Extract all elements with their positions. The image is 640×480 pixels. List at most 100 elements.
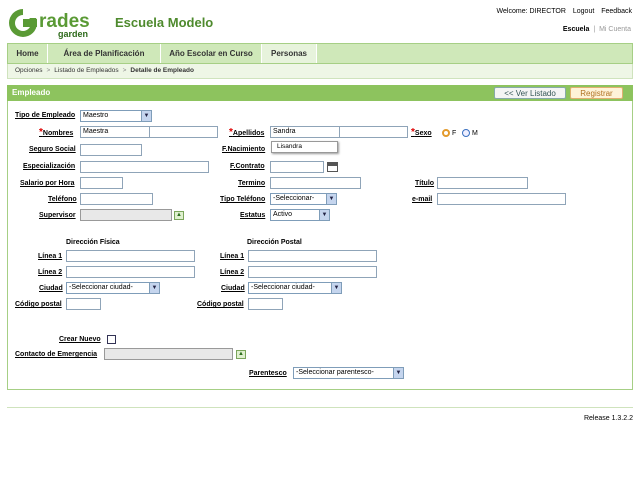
panel-title: Empleado bbox=[12, 88, 51, 97]
codigo-postal-postal-input[interactable] bbox=[248, 298, 283, 310]
linea1-fisica-label: Línea 1 bbox=[38, 253, 63, 260]
dropdown-arrow-icon: ▼ bbox=[393, 368, 403, 378]
ciudad-postal-value: -Seleccionar ciudad- bbox=[251, 284, 315, 291]
f-contrato-input[interactable] bbox=[270, 161, 324, 173]
grades-garden-logo[interactable]: rades garden bbox=[8, 6, 104, 40]
seguro-social-label: Seguro Social bbox=[29, 146, 76, 153]
release-version: Release 1.3.2.2 bbox=[583, 415, 633, 422]
feedback-link[interactable]: Feedback bbox=[601, 8, 632, 15]
nombres-label: *Nombres bbox=[39, 127, 73, 138]
sexo-f-label: F bbox=[452, 130, 457, 137]
seguro-social-input[interactable] bbox=[80, 144, 142, 156]
breadcrumb-current: Detalle de Empleado bbox=[130, 67, 194, 74]
breadcrumb-sep: > bbox=[46, 67, 51, 74]
linea2-fisica-input[interactable] bbox=[66, 266, 195, 278]
termino-input[interactable] bbox=[270, 177, 361, 189]
sexo-label: *Sexo bbox=[411, 127, 432, 138]
breadcrumb: Opciones > Listado de Empleados > Detalle de… bbox=[7, 64, 633, 79]
termino-label: Termino bbox=[238, 180, 266, 187]
apellidos-input-2[interactable] bbox=[339, 126, 408, 138]
apellidos-label-text: Apellidos bbox=[232, 130, 265, 137]
linea2-postal-label: Línea 2 bbox=[220, 269, 245, 276]
contacto-emergencia-label: Contacto de Emergencia bbox=[15, 351, 98, 358]
register-button[interactable]: Registrar bbox=[570, 87, 623, 99]
ciudad-fisica-select[interactable]: -Seleccionar ciudad- ▼ bbox=[66, 282, 160, 294]
welcome-text: Welcome: DIRECTOR bbox=[496, 8, 566, 15]
codigo-postal-fisica-input[interactable] bbox=[66, 298, 101, 310]
school-name: Escuela Modelo bbox=[115, 15, 214, 30]
sexo-f-radio[interactable] bbox=[442, 129, 450, 137]
nombres-input[interactable]: Maestra bbox=[80, 126, 150, 138]
breadcrumb-item[interactable]: Opciones bbox=[15, 67, 42, 74]
linea1-postal-label: Línea 1 bbox=[220, 253, 245, 260]
salario-label: Salario por Hora bbox=[20, 180, 75, 187]
tab-planificacion[interactable]: Área de Planificación bbox=[48, 44, 161, 63]
svg-text:garden: garden bbox=[58, 29, 88, 39]
f-contrato-label: F.Contrato bbox=[230, 163, 265, 170]
ciudad-fisica-label: Ciudad bbox=[39, 285, 63, 292]
estatus-label: Estatus bbox=[240, 212, 266, 219]
direccion-postal-title: Dirección Postal bbox=[247, 239, 302, 246]
school-link[interactable]: Escuela bbox=[563, 26, 589, 33]
dropdown-arrow-icon: ▼ bbox=[149, 283, 159, 293]
tipo-telefono-value: -Seleccionar- bbox=[273, 195, 315, 202]
arrow-up-icon[interactable]: ▲ bbox=[236, 350, 246, 359]
my-account-link[interactable]: Mi Cuenta bbox=[599, 26, 631, 33]
supervisor-input bbox=[80, 209, 172, 221]
tab-home[interactable]: Home bbox=[8, 44, 48, 63]
codigo-postal-fisica-label: Código postal bbox=[15, 301, 62, 308]
breadcrumb-sep: > bbox=[122, 67, 127, 74]
crear-nuevo-label: Crear Nuevo bbox=[59, 336, 101, 343]
dropdown-arrow-icon: ▼ bbox=[141, 111, 151, 121]
linea1-fisica-input[interactable] bbox=[66, 250, 195, 262]
parentesco-value: -Seleccionar parentesco- bbox=[296, 369, 374, 376]
salario-input[interactable] bbox=[80, 177, 123, 189]
tab-ano-escolar[interactable]: Año Escolar en Curso bbox=[161, 44, 262, 63]
ciudad-postal-label: Ciudad bbox=[221, 285, 245, 292]
logout-link[interactable]: Logout bbox=[573, 8, 594, 15]
calendar-icon[interactable] bbox=[327, 162, 338, 172]
ciudad-postal-select[interactable]: -Seleccionar ciudad- ▼ bbox=[248, 282, 342, 294]
arrow-up-icon[interactable]: ▲ bbox=[174, 211, 184, 220]
nombres-input-2[interactable] bbox=[149, 126, 218, 138]
codigo-postal-postal-label: Código postal bbox=[197, 301, 244, 308]
contacto-emergencia-input bbox=[104, 348, 233, 360]
account-links: Escuela | Mi Cuenta bbox=[563, 26, 631, 33]
tipo-empleado-value: Maestro bbox=[83, 112, 109, 119]
titulo-label: Título bbox=[415, 180, 435, 187]
email-input[interactable] bbox=[437, 193, 566, 205]
especializacion-label: Especialización bbox=[23, 163, 76, 170]
linea2-fisica-label: Línea 2 bbox=[38, 269, 63, 276]
apellidos-input[interactable]: Sandra bbox=[270, 126, 340, 138]
top-links: Welcome: DIRECTOR Logout Feedback bbox=[492, 8, 632, 15]
estatus-select[interactable]: Activo ▼ bbox=[270, 209, 330, 221]
link-separator: | bbox=[593, 26, 596, 33]
supervisor-label: Supervisor bbox=[39, 212, 76, 219]
footer-divider bbox=[7, 407, 633, 408]
titulo-input[interactable] bbox=[437, 177, 528, 189]
sexo-m-radio[interactable] bbox=[462, 129, 470, 137]
tipo-telefono-label: Tipo Teléfono bbox=[220, 196, 266, 203]
telefono-label: Teléfono bbox=[48, 196, 77, 203]
back-to-list-button[interactable]: << Ver Listado bbox=[494, 87, 566, 99]
autocomplete-suggestion[interactable]: Lisandra bbox=[271, 141, 338, 153]
especializacion-input[interactable] bbox=[80, 161, 209, 173]
tipo-telefono-select[interactable]: -Seleccionar- ▼ bbox=[270, 193, 337, 205]
parentesco-select[interactable]: -Seleccionar parentesco- ▼ bbox=[293, 367, 404, 379]
email-label: e-mail bbox=[412, 196, 433, 203]
linea1-postal-input[interactable] bbox=[248, 250, 377, 262]
dropdown-arrow-icon: ▼ bbox=[331, 283, 341, 293]
tipo-empleado-select[interactable]: Maestro ▼ bbox=[80, 110, 152, 122]
crear-nuevo-checkbox[interactable] bbox=[107, 335, 116, 344]
breadcrumb-item[interactable]: Listado de Empleados bbox=[54, 67, 118, 74]
sexo-label-text: Sexo bbox=[414, 130, 432, 137]
sexo-m-label: M bbox=[472, 130, 478, 137]
tab-personas[interactable]: Personas bbox=[262, 44, 317, 63]
telefono-input[interactable] bbox=[80, 193, 153, 205]
f-nacimiento-label: F.Nacimiento bbox=[222, 146, 266, 153]
linea2-postal-input[interactable] bbox=[248, 266, 377, 278]
estatus-value: Activo bbox=[273, 211, 293, 218]
ciudad-fisica-value: -Seleccionar ciudad- bbox=[69, 284, 133, 291]
direccion-fisica-title: Dirección Física bbox=[66, 239, 120, 246]
dropdown-arrow-icon: ▼ bbox=[326, 194, 336, 204]
